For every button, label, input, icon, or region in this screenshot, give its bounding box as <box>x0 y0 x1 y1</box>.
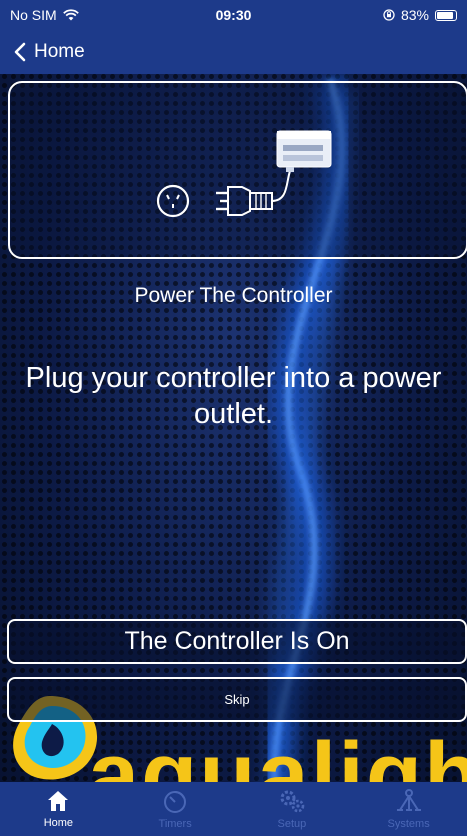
wifi-icon <box>62 9 79 21</box>
chevron-left-icon <box>14 42 26 62</box>
back-button[interactable]: Home <box>14 41 85 63</box>
tab-systems[interactable]: Systems <box>354 788 464 830</box>
carrier-label: No SIM <box>10 7 57 23</box>
tab-bar: Home Timers Setup Systems <box>0 782 467 836</box>
tab-systems-label: Systems <box>387 818 430 830</box>
tab-home[interactable]: Home <box>3 789 113 829</box>
network-icon <box>396 789 421 811</box>
tab-setup-label: Setup <box>277 818 307 830</box>
timer-icon <box>164 791 187 813</box>
step-description: Plug your controller into a power outlet… <box>25 362 442 430</box>
orientation-lock-icon <box>383 9 395 21</box>
status-left: No SIM <box>10 7 79 23</box>
power-plug-icon <box>216 170 291 216</box>
skip-button[interactable]: Skip <box>7 677 467 722</box>
battery-percent: 83% <box>400 7 429 23</box>
svg-text:aqualight: aqualight <box>88 724 467 784</box>
power-outlet-icon <box>156 184 190 218</box>
battery-icon <box>435 9 457 21</box>
status-right: 83% <box>383 7 457 23</box>
tab-timers-label: Timers <box>158 818 192 830</box>
status-bar: No SIM 09:30 83% <box>0 0 467 30</box>
tab-setup[interactable]: Setup <box>237 788 347 830</box>
controller-on-button[interactable]: The Controller Is On <box>7 619 467 664</box>
tab-timers[interactable]: Timers <box>120 788 230 830</box>
navigation-bar: Home <box>0 30 467 74</box>
tab-home-label: Home <box>43 817 74 829</box>
gears-icon <box>280 790 305 813</box>
step-title: Power The Controller <box>134 284 333 307</box>
plug-into-outlet-illustration <box>156 130 332 218</box>
illustration-card <box>8 81 467 259</box>
controller-device-icon <box>276 130 332 172</box>
home-icon <box>48 791 69 811</box>
back-label: Home <box>34 41 85 62</box>
